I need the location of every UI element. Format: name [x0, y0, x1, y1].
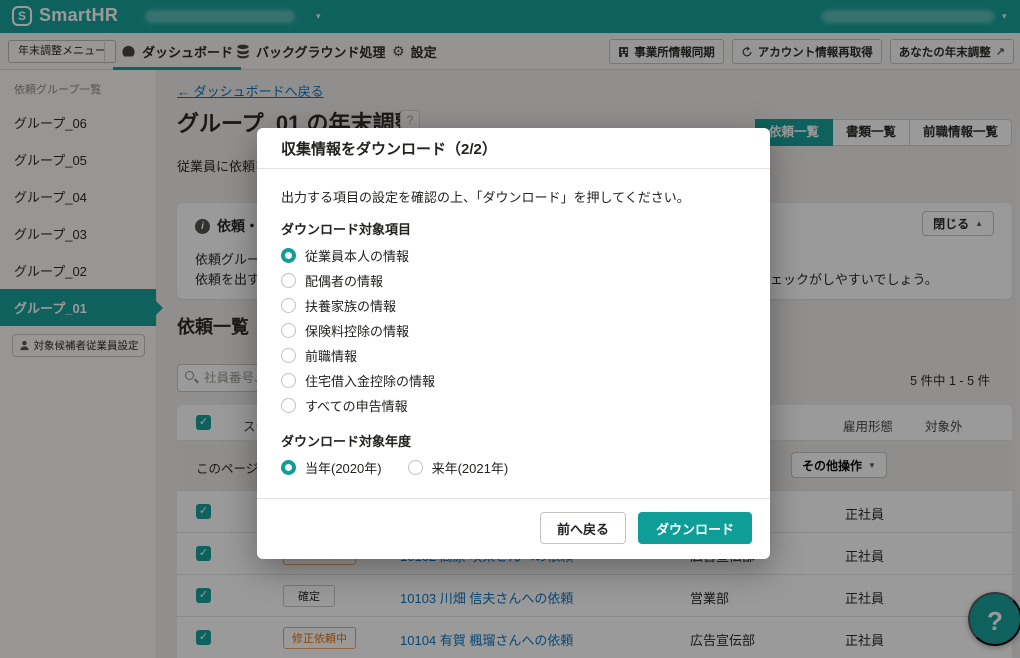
radio-label: 保険料控除の情報 — [305, 321, 409, 340]
radio-icon — [281, 460, 296, 475]
radio-icon — [281, 398, 296, 413]
radio-option[interactable]: すべての申告情報 — [281, 393, 746, 418]
download-year-radio-group: 当年(2020年) 来年(2021年) — [281, 455, 746, 480]
radio-icon — [281, 248, 296, 263]
radio-option[interactable]: 従業員本人の情報 — [281, 243, 746, 268]
radio-icon — [408, 460, 423, 475]
radio-option[interactable]: 配偶者の情報 — [281, 268, 746, 293]
radio-label: 住宅借入金控除の情報 — [305, 371, 435, 390]
radio-icon — [281, 348, 296, 363]
radio-option[interactable]: 扶養家族の情報 — [281, 293, 746, 318]
modal-title: 収集情報をダウンロード（2/2） — [257, 128, 770, 169]
modal-body: 出力する項目の設定を確認の上、「ダウンロード」を押してください。 ダウンロード対… — [257, 169, 770, 498]
download-year-heading: ダウンロード対象年度 — [281, 431, 746, 450]
radio-label: 当年(2020年) — [305, 458, 382, 477]
back-button[interactable]: 前へ戻る — [540, 512, 626, 544]
radio-option[interactable]: 保険料控除の情報 — [281, 318, 746, 343]
download-items-radio-group: 従業員本人の情報 配偶者の情報 扶養家族の情報 保険料控除の情報 前職情報 — [281, 243, 746, 418]
radio-icon — [281, 273, 296, 288]
download-modal: 収集情報をダウンロード（2/2） 出力する項目の設定を確認の上、「ダウンロード」… — [257, 128, 770, 559]
radio-icon — [281, 298, 296, 313]
radio-label: 配偶者の情報 — [305, 271, 383, 290]
radio-option[interactable]: 住宅借入金控除の情報 — [281, 368, 746, 393]
radio-icon — [281, 373, 296, 388]
modal-footer: 前へ戻る ダウンロード — [257, 498, 770, 559]
radio-option[interactable]: 当年(2020年) — [281, 455, 382, 480]
download-button[interactable]: ダウンロード — [638, 512, 752, 544]
radio-label: 前職情報 — [305, 346, 357, 365]
radio-icon — [281, 323, 296, 338]
radio-label: 来年(2021年) — [432, 458, 509, 477]
smarthr-app: S SmartHR ▾ ▾ 年末調整メニュー ダッシュボード バックグラウンド処… — [0, 0, 1020, 658]
download-items-heading: ダウンロード対象項目 — [281, 219, 746, 238]
radio-label: 従業員本人の情報 — [305, 246, 409, 265]
radio-option[interactable]: 前職情報 — [281, 343, 746, 368]
radio-label: 扶養家族の情報 — [305, 296, 396, 315]
modal-description: 出力する項目の設定を確認の上、「ダウンロード」を押してください。 — [281, 187, 746, 206]
radio-label: すべての申告情報 — [305, 396, 408, 415]
radio-option[interactable]: 来年(2021年) — [408, 455, 509, 480]
